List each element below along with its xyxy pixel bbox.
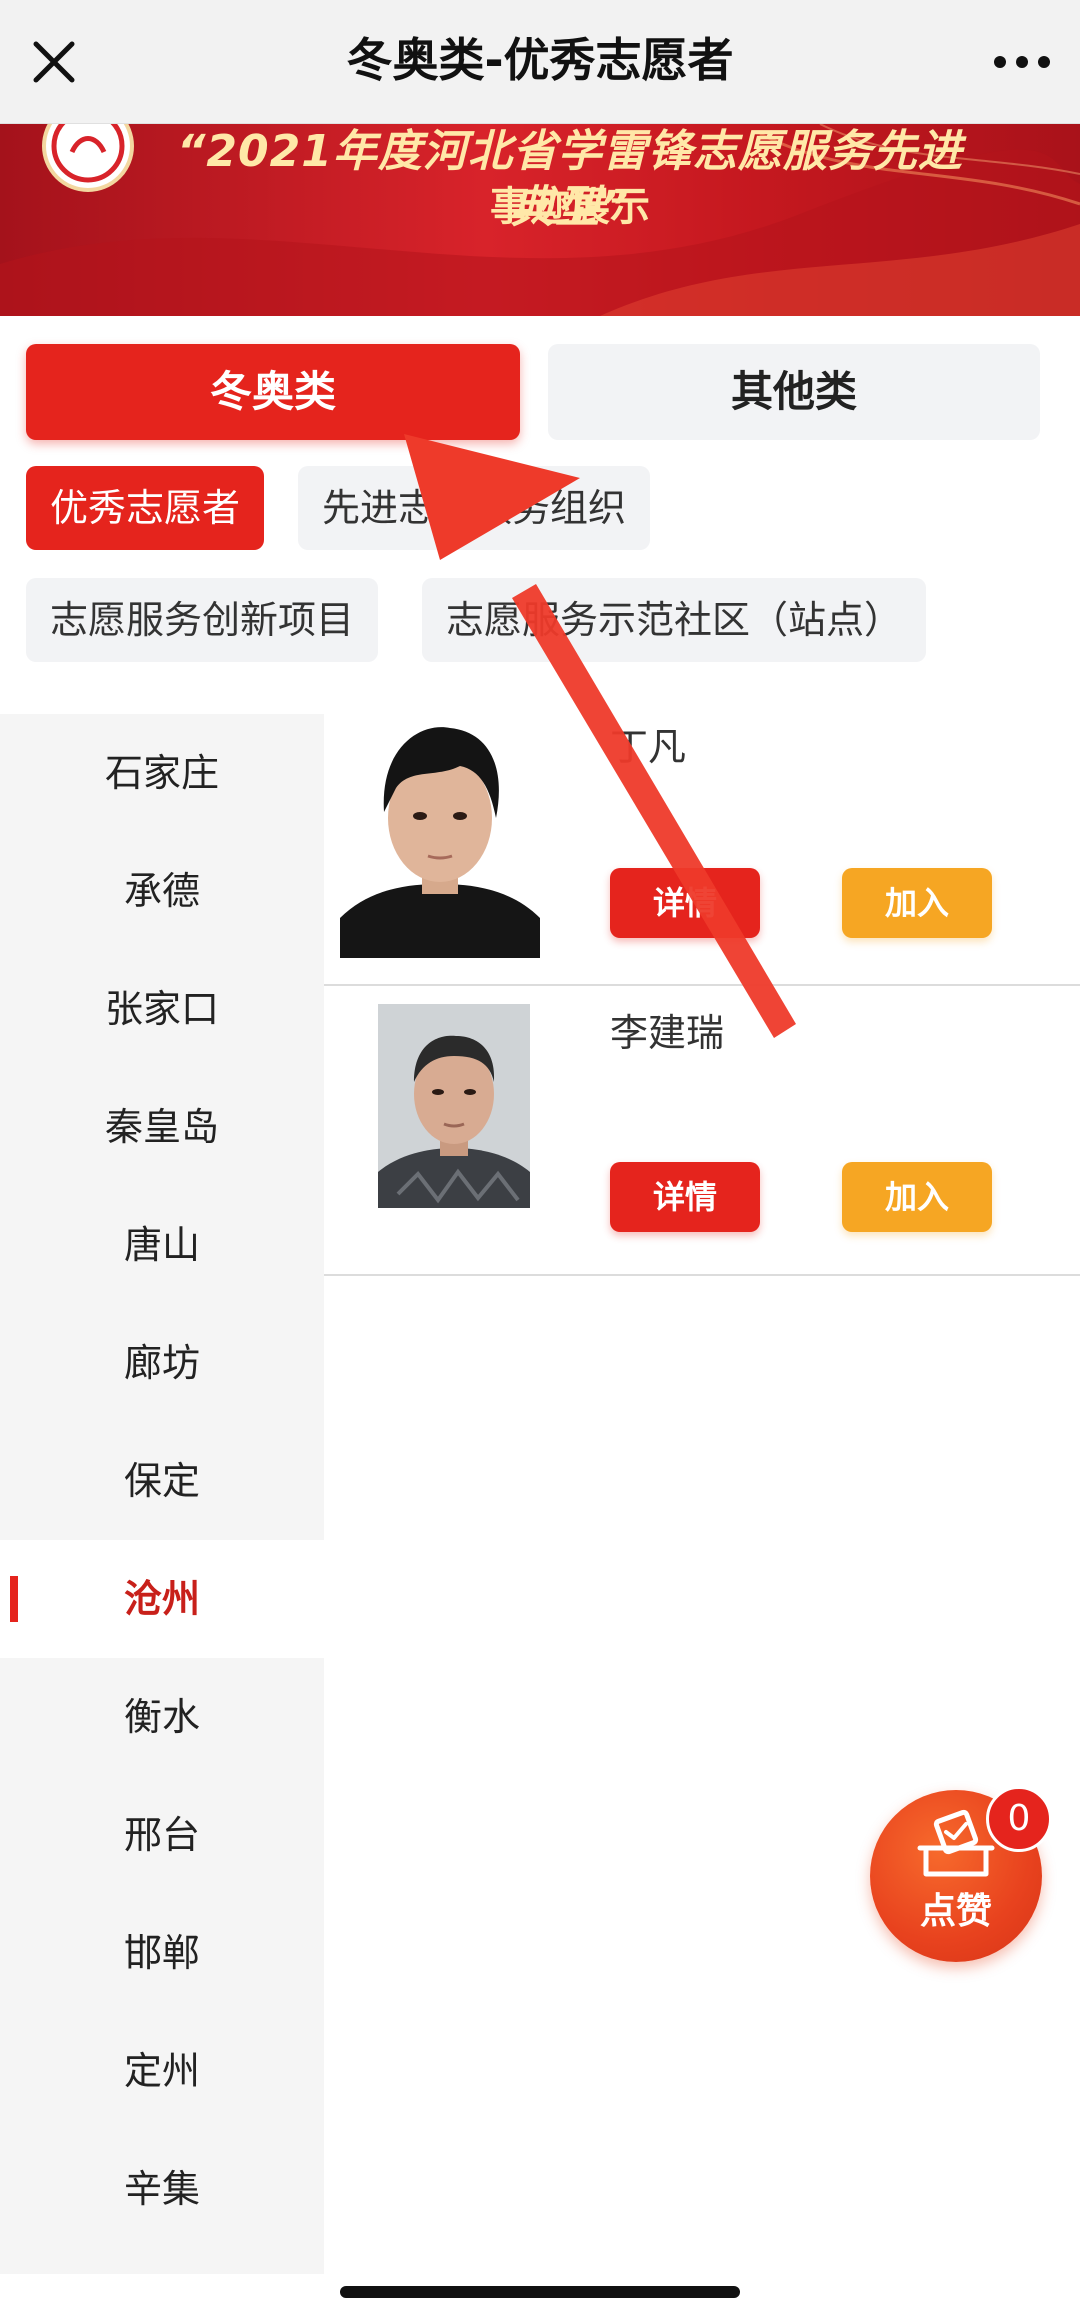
detail-button[interactable]: 详情 — [610, 1162, 760, 1232]
event-banner: “2021年度河北省学雷锋志愿服务先进典型” 事迹展示 — [0, 124, 1080, 316]
sidebar-item-shijiazhuang[interactable]: 石家庄 — [0, 714, 324, 832]
volunteer-name: 丁凡 — [610, 725, 687, 769]
volunteer-name: 李建瑞 — [610, 1011, 725, 1055]
emblem-icon — [51, 124, 125, 183]
chip-demo-communities[interactable]: 志愿服务示范社区（站点） — [422, 578, 927, 662]
sidebar-item-handan[interactable]: 邯郸 — [0, 1894, 324, 2012]
volunteer-photo — [340, 708, 540, 958]
sidebar-item-label: 沧州 — [123, 1577, 200, 1621]
sidebar-item-dingzhou[interactable]: 定州 — [0, 2012, 324, 2130]
top-navbar: 冬奥类-优秀志愿者 — [0, 0, 1080, 124]
chip-advanced-organizations[interactable]: 先进志愿服务组织 — [298, 466, 651, 550]
sidebar-item-tangshan[interactable]: 唐山 — [0, 1186, 324, 1304]
emblem-logo — [42, 124, 134, 192]
city-sidebar: 石家庄 承德 张家口 秦皇岛 唐山 廊坊 保定 沧州 衡水 邢台 邯郸 定州 辛… — [0, 714, 324, 2274]
sidebar-item-zhangjiakou[interactable]: 张家口 — [0, 950, 324, 1068]
join-button[interactable]: 加入 — [842, 868, 992, 938]
sidebar-item-xingtai[interactable]: 邢台 — [0, 1776, 324, 1894]
chip-innovation-projects[interactable]: 志愿服务创新项目 — [26, 578, 379, 662]
sidebar-item-hengshui[interactable]: 衡水 — [0, 1658, 324, 1776]
like-label: 点赞 — [919, 1891, 992, 1932]
list-item: 丁凡 详情 加入 — [324, 696, 1080, 986]
active-indicator — [10, 1576, 18, 1622]
ballot-box-icon — [917, 1809, 995, 1877]
page-title: 冬奥类-优秀志愿者 — [346, 33, 734, 87]
sidebar-item-chengde[interactable]: 承德 — [0, 832, 324, 950]
detail-button[interactable]: 详情 — [610, 868, 760, 938]
tab-others[interactable]: 其他类 — [548, 344, 1040, 440]
like-count-badge: 0 — [986, 1786, 1052, 1852]
join-button[interactable]: 加入 — [842, 1162, 992, 1232]
sidebar-item-baoding[interactable]: 保定 — [0, 1422, 324, 1540]
sidebar-item-cangzhou[interactable]: 沧州 — [0, 1540, 324, 1658]
more-dots-icon[interactable] — [986, 30, 1058, 94]
sidebar-item-langfang[interactable]: 廊坊 — [0, 1304, 324, 1422]
list-item: 李建瑞 详情 加入 — [324, 986, 1080, 1276]
sidebar-item-xinji[interactable]: 辛集 — [0, 2130, 324, 2248]
chip-outstanding-volunteers[interactable]: 优秀志愿者 — [26, 466, 265, 550]
tab-winter-olympics[interactable]: 冬奥类 — [26, 344, 520, 440]
close-icon[interactable] — [22, 30, 86, 94]
sidebar-item-qinhuangdao[interactable]: 秦皇岛 — [0, 1068, 324, 1186]
banner-title-line2: 事迹展示 — [490, 184, 650, 230]
volunteer-photo — [378, 1004, 530, 1208]
home-indicator[interactable] — [340, 2286, 740, 2298]
